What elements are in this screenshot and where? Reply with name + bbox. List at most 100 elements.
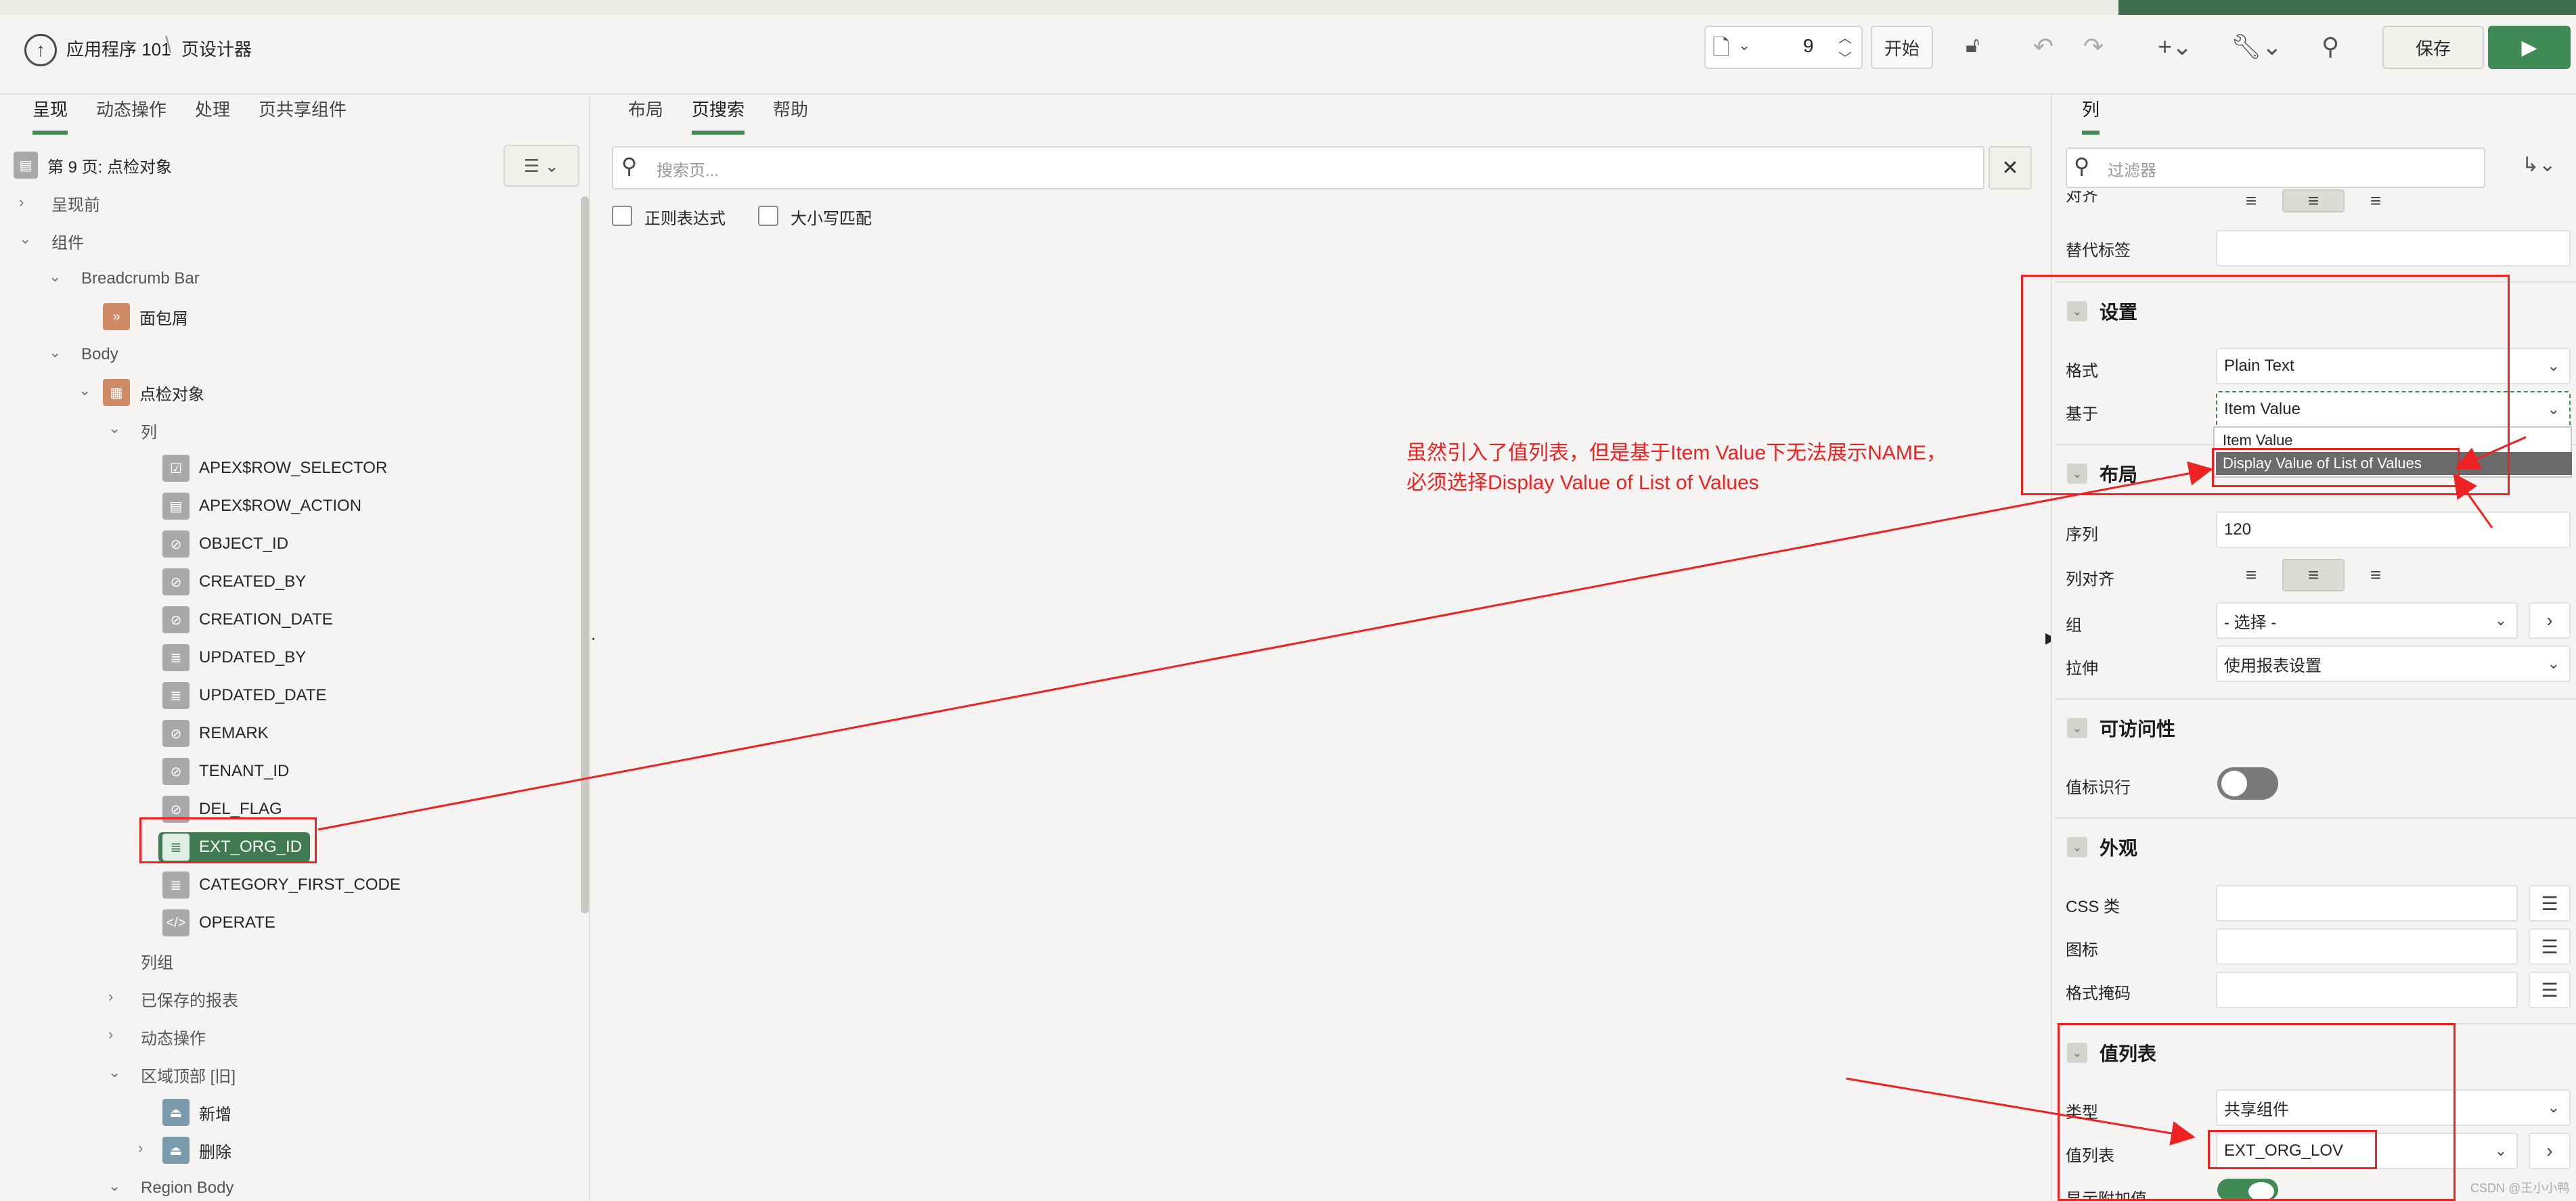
chevron-right-icon[interactable]: › (108, 1026, 113, 1043)
go-to-group-icon[interactable]: ↳⌄ (2522, 153, 2556, 177)
page-down-icon[interactable]: ﹀ (1838, 47, 1852, 67)
page-search-input[interactable] (612, 146, 1984, 189)
shared-components-icon[interactable]: ⚲ (2322, 32, 2339, 61)
tree-column[interactable]: </> OPERATE (162, 908, 275, 938)
tree-button-delete[interactable]: ⏏ 删除 (162, 1135, 231, 1165)
tree-column[interactable]: ≣ UPDATED_BY (162, 643, 306, 673)
button-icon: ⏏ (162, 1099, 190, 1126)
tab-processing[interactable]: 处理 (195, 96, 230, 131)
breadcrumb-app[interactable]: 应用程序 101 (66, 36, 171, 61)
chevron-down-icon: ⌄ (2067, 837, 2087, 857)
tab-dynamic-actions[interactable]: 动态操作 (96, 96, 166, 131)
up-arrow-icon[interactable]: ↑ (24, 34, 57, 66)
chevron-right-icon[interactable]: › (138, 1139, 143, 1157)
chevron-down-icon[interactable]: ⌄ (108, 420, 120, 437)
tab-page-shared-components[interactable]: 页共享组件 (259, 96, 347, 131)
page-icon[interactable]: 🗋 (1712, 32, 1730, 69)
css-classes-input[interactable] (2216, 885, 2518, 922)
accessibility-section[interactable]: ⌄ 可访问性 (2055, 698, 2576, 756)
row-header-toggle[interactable] (2217, 767, 2278, 800)
tree-column[interactable]: ≣ CATEGORY_FIRST_CODE (162, 870, 401, 900)
regex-checkbox[interactable] (612, 206, 632, 226)
list-icon[interactable]: ☰ (2529, 972, 2571, 1008)
tree-column[interactable]: ⊘ OBJECT_ID (162, 529, 288, 559)
chevron-down-icon[interactable]: ⌄ (49, 268, 61, 286)
align-right-icon[interactable]: ≡ (2345, 559, 2407, 591)
chevron-right-icon[interactable]: › (2529, 1133, 2571, 1169)
chevron-down-icon[interactable]: ⌄ (108, 1177, 120, 1195)
run-page-icon[interactable]: ▶ (2488, 26, 2571, 69)
redo-icon[interactable]: ↷ (2083, 32, 2104, 61)
tree-column[interactable]: ▤ APEX$ROW_ACTION (162, 491, 361, 521)
list-icon[interactable]: ☰ (2529, 885, 2571, 922)
tree-label: CREATED_BY (199, 572, 307, 591)
breadcrumb-icon: » (103, 303, 130, 330)
truncated-label: 对齐 (2066, 191, 2098, 205)
chevron-right-icon[interactable]: › (2529, 602, 2571, 639)
tree-dynamic-actions[interactable]: 动态操作 (141, 1022, 206, 1051)
tree-region[interactable]: ▦ 点检对象 (103, 378, 204, 407)
tree-body[interactable]: Body (81, 340, 118, 369)
tree-before-render[interactable]: 呈现前 (51, 188, 100, 218)
alt-label-input[interactable] (2216, 230, 2571, 267)
tree-columns[interactable]: 列 (141, 415, 157, 445)
create-menu-icon[interactable]: +⌄ (2158, 32, 2192, 61)
appearance-section[interactable]: ⌄ 外观 (2055, 817, 2576, 876)
align-left-icon[interactable]: ≡ (2220, 559, 2282, 591)
close-icon[interactable]: ✕ (1989, 146, 2032, 189)
tree-column[interactable]: ☑ APEX$ROW_SELECTOR (162, 453, 387, 483)
lock-icon[interactable]: 🔓︎ (1966, 32, 1980, 58)
undo-icon[interactable]: ↶ (2033, 32, 2053, 61)
tab-column[interactable]: 列 (2082, 96, 2100, 135)
format-mask-input[interactable] (2216, 972, 2518, 1008)
align-center-icon[interactable]: ≡ (2282, 189, 2345, 212)
left-scrollbar[interactable] (581, 196, 589, 913)
tree-region-top[interactable]: 区域顶部 [旧] (141, 1060, 236, 1089)
utilities-wrench-icon[interactable]: 🔧︎⌄ (2231, 32, 2282, 61)
tree-button-new[interactable]: ⏏ 新增 (162, 1097, 231, 1127)
chevron-down-icon[interactable]: ⌄ (79, 382, 91, 399)
group-select[interactable]: - 选择 - ⌄ (2216, 602, 2518, 639)
start-button[interactable]: 开始 (1871, 26, 1933, 69)
tree-label: 删除 (199, 1143, 231, 1162)
align-left-icon[interactable]: ≡ (2220, 189, 2282, 212)
chevron-down-icon[interactable]: ⌄ (49, 344, 61, 361)
list-icon[interactable]: ☰ (2529, 928, 2571, 965)
tab-layout[interactable]: 布局 (628, 96, 663, 131)
tree-components[interactable]: 组件 (51, 226, 84, 256)
match-case-checkbox[interactable] (758, 206, 778, 226)
tab-rendering[interactable]: 呈现 (32, 96, 68, 135)
toggle-knob (2221, 771, 2247, 796)
chevron-down-icon[interactable]: ⌄ (1738, 37, 1750, 54)
tab-page-search[interactable]: 页搜索 (692, 96, 745, 135)
tree-menu-button[interactable]: ☰ ⌄ (504, 145, 579, 187)
tree-column[interactable]: ⊘ CREATED_BY (162, 567, 306, 597)
page-number[interactable]: 9 (1803, 35, 1814, 57)
align-right-icon[interactable]: ≡ (2345, 189, 2407, 212)
annotation-text-line1: 虽然引入了值列表，但是基于Item Value下无法展示NAME， (1406, 442, 1947, 464)
save-button[interactable]: 保存 (2382, 26, 2484, 69)
chevron-down-icon[interactable]: ⌄ (19, 230, 31, 248)
tree-region-body[interactable]: Region Body (141, 1173, 234, 1201)
sequence-input[interactable]: 120 (2216, 512, 2571, 548)
tree-column[interactable]: ⊘ REMARK (162, 719, 269, 748)
align-center-icon[interactable]: ≡ (2282, 559, 2345, 591)
breadcrumb-page-designer: 页设计器 (181, 39, 252, 60)
chevron-right-icon[interactable]: › (19, 194, 24, 211)
icon-input[interactable] (2216, 928, 2518, 965)
tree-saved-reports[interactable]: 已保存的报表 (141, 984, 238, 1014)
group-value: - 选择 - (2224, 613, 2277, 632)
stretch-select[interactable]: 使用报表设置 ⌄ (2216, 645, 2571, 682)
tab-help[interactable]: 帮助 (773, 96, 808, 131)
tree-breadcrumb[interactable]: » 面包屑 (103, 302, 188, 332)
tree-column[interactable]: ≣ UPDATED_DATE (162, 681, 326, 710)
tree-column[interactable]: ⊘ TENANT_ID (162, 756, 289, 786)
chevron-down-icon[interactable]: ⌄ (108, 1064, 120, 1081)
tree-column[interactable]: ⊘ CREATION_DATE (162, 605, 333, 635)
chevron-right-icon[interactable]: › (108, 988, 113, 1005)
column-alignment-label: 列对齐 (2066, 570, 2114, 589)
tree-column-groups[interactable]: 列组 (141, 946, 173, 976)
page-node[interactable]: ▤ 第 9 页: 点检对象 (14, 150, 172, 180)
tree-breadcrumb-bar[interactable]: Breadcrumb Bar (81, 264, 200, 294)
page-up-icon[interactable]: ︿ (1838, 27, 1852, 47)
